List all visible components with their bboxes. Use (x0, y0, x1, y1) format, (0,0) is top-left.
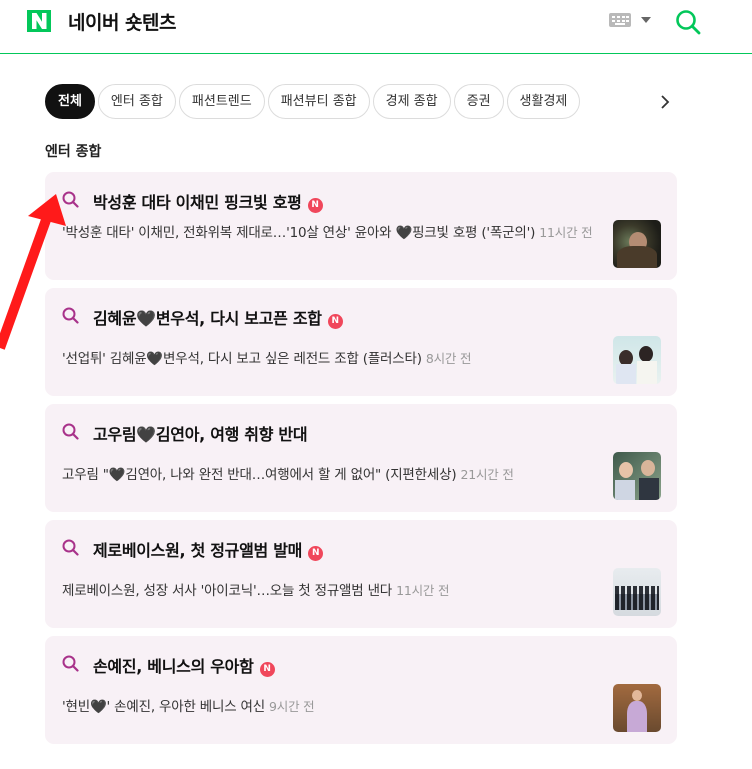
card-title-text: 손예진, 베니스의 우아함 (93, 657, 254, 676)
list-item[interactable]: 제로베이스원, 첫 정규앨범 발매 N 제로베이스원, 성장 서사 '아이코닉'…… (45, 520, 677, 628)
card-desc-text: 제로베이스원, 성장 서사 '아이코닉'…오늘 첫 정규앨범 낸다 (62, 583, 393, 599)
card-time: 11시간 전 (396, 583, 450, 598)
card-title-text: 제로베이스원, 첫 정규앨범 발매 (93, 541, 303, 560)
new-badge: N (307, 198, 323, 213)
search-icon (62, 539, 79, 556)
section-title: 엔터 종합 (45, 144, 102, 160)
naver-logo[interactable] (27, 10, 51, 32)
card-desc-text: '박성훈 대타' 이채민, 전화위복 제대로…'10살 연상' 윤아와 🖤핑크빛… (62, 225, 536, 241)
page-title: 네이버 숏텐츠 (68, 12, 177, 34)
card-description: '현빈🖤' 손예진, 우아한 베니스 여신 9시간 전 (62, 696, 607, 718)
tab-fashion-beauty[interactable]: 패션뷰티 종합 (267, 84, 370, 119)
chevron-down-icon[interactable] (641, 17, 651, 23)
card-title: 고우림🖤김연아, 여행 취향 반대 (93, 421, 308, 445)
card-time: 21시간 전 (460, 467, 514, 482)
card-title: 손예진, 베니스의 우아함 N (93, 653, 275, 677)
search-icon (62, 655, 79, 672)
card-description: '선업튀' 김혜윤🖤변우석, 다시 보고 싶은 레전드 조합 (플러스타) 8시… (62, 348, 607, 370)
list-item[interactable]: 손예진, 베니스의 우아함 N '현빈🖤' 손예진, 우아한 베니스 여신 9시간… (45, 636, 677, 744)
tab-all[interactable]: 전체 (45, 84, 95, 119)
card-desc-text: '현빈🖤' 손예진, 우아한 베니스 여신 (62, 699, 265, 715)
list-item[interactable]: 김혜윤🖤변우석, 다시 보고픈 조합 N '선업튀' 김혜윤🖤변우석, 다시 보고… (45, 288, 677, 396)
card-description: '박성훈 대타' 이채민, 전화위복 제대로…'10살 연상' 윤아와 🖤핑크빛… (62, 222, 607, 244)
tabs-fade (628, 84, 658, 120)
category-tabs: 전체 엔터 종합 패션트렌드 패션뷰티 종합 경제 종합 증권 생활경제 (45, 84, 685, 120)
tab-living-economy[interactable]: 생활경제 (506, 84, 581, 119)
list-item[interactable]: 고우림🖤김연아, 여행 취향 반대 고우림 "🖤김연아, 나와 완전 반대…여행… (45, 404, 677, 512)
card-title: 박성훈 대타 이채민 핑크빛 호평 N (93, 189, 323, 213)
card-title-text: 김혜윤🖤변우석, 다시 보고픈 조합 (93, 309, 322, 328)
card-title-text: 고우림🖤김연아, 여행 취향 반대 (93, 425, 308, 444)
tab-fashion-trend[interactable]: 패션트렌드 (178, 84, 265, 119)
thumbnail-image[interactable] (613, 220, 661, 268)
card-desc-text: 고우림 "🖤김연아, 나와 완전 반대…여행에서 할 게 없어" (지편한세상) (62, 467, 457, 483)
card-description: 고우림 "🖤김연아, 나와 완전 반대…여행에서 할 게 없어" (지편한세상)… (62, 464, 607, 486)
top-header: 네이버 숏텐츠 (0, 0, 752, 54)
card-description: 제로베이스원, 성장 서사 '아이코닉'…오늘 첫 정규앨범 낸다 11시간 전 (62, 580, 607, 602)
card-title: 김혜윤🖤변우석, 다시 보고픈 조합 N (93, 305, 343, 329)
thumbnail-image[interactable] (613, 568, 661, 616)
new-badge: N (327, 314, 343, 329)
card-time: 11시간 전 (539, 225, 593, 240)
card-time: 8시간 전 (425, 351, 472, 366)
keyboard-icon[interactable] (609, 13, 631, 27)
tab-economy[interactable]: 경제 종합 (372, 84, 451, 119)
search-icon (62, 423, 79, 440)
thumbnail-image[interactable] (613, 452, 661, 500)
thumbnail-image[interactable] (613, 336, 661, 384)
new-badge: N (308, 546, 324, 561)
red-arrow-annotation (0, 194, 66, 350)
card-title: 제로베이스원, 첫 정규앨범 발매 N (93, 537, 324, 561)
card-title-text: 박성훈 대타 이채민 핑크빛 호평 (93, 193, 302, 212)
new-badge: N (259, 662, 275, 677)
chevron-right-icon[interactable] (656, 92, 674, 112)
list-item[interactable]: 박성훈 대타 이채민 핑크빛 호평 N '박성훈 대타' 이채민, 전화위복 제대… (45, 172, 677, 280)
search-icon[interactable] (675, 8, 701, 36)
tab-stocks[interactable]: 증권 (453, 84, 504, 119)
card-desc-text: '선업튀' 김혜윤🖤변우석, 다시 보고 싶은 레전드 조합 (플러스타) (62, 351, 422, 367)
tab-entertainment[interactable]: 엔터 종합 (97, 84, 176, 119)
card-time: 9시간 전 (269, 699, 315, 714)
thumbnail-image[interactable] (613, 684, 661, 732)
